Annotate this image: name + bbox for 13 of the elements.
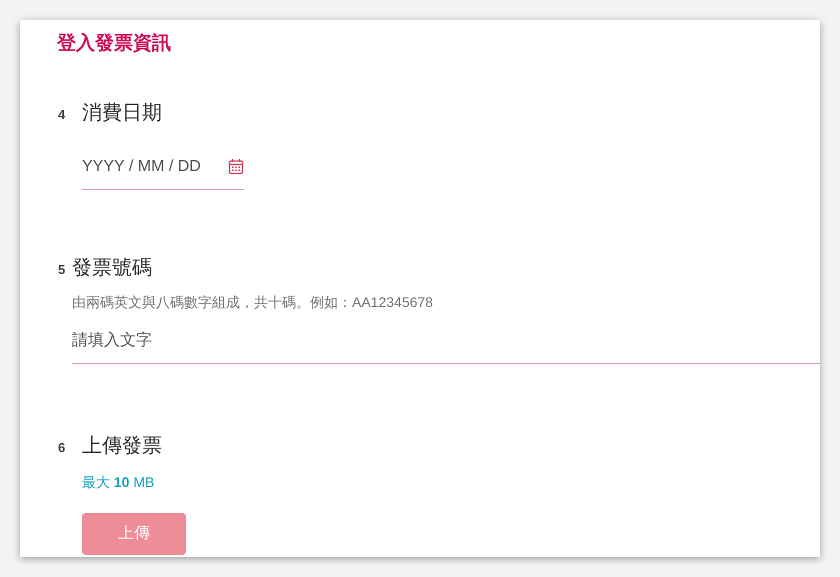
field-hint: 由兩碼英文與八碼數字組成，共十碼。例如：AA12345678: [72, 292, 433, 312]
step-number: 6: [58, 438, 66, 456]
form-title: 登入發票資訊: [57, 32, 172, 56]
calendar-icon[interactable]: [228, 158, 244, 175]
step-number: 4: [58, 106, 66, 124]
date-input[interactable]: YYYY / MM / DD: [82, 154, 212, 178]
section-label: 上傳發票: [82, 434, 162, 458]
invoice-number-field[interactable]: 請填入文字: [72, 328, 820, 364]
date-field[interactable]: YYYY / MM / DD: [82, 154, 244, 190]
size-limit-note: 最大 10 MB: [82, 472, 154, 492]
step-number: 5: [58, 260, 66, 278]
section-label: 發票號碼: [72, 256, 152, 280]
section-label: 消費日期: [82, 100, 162, 126]
